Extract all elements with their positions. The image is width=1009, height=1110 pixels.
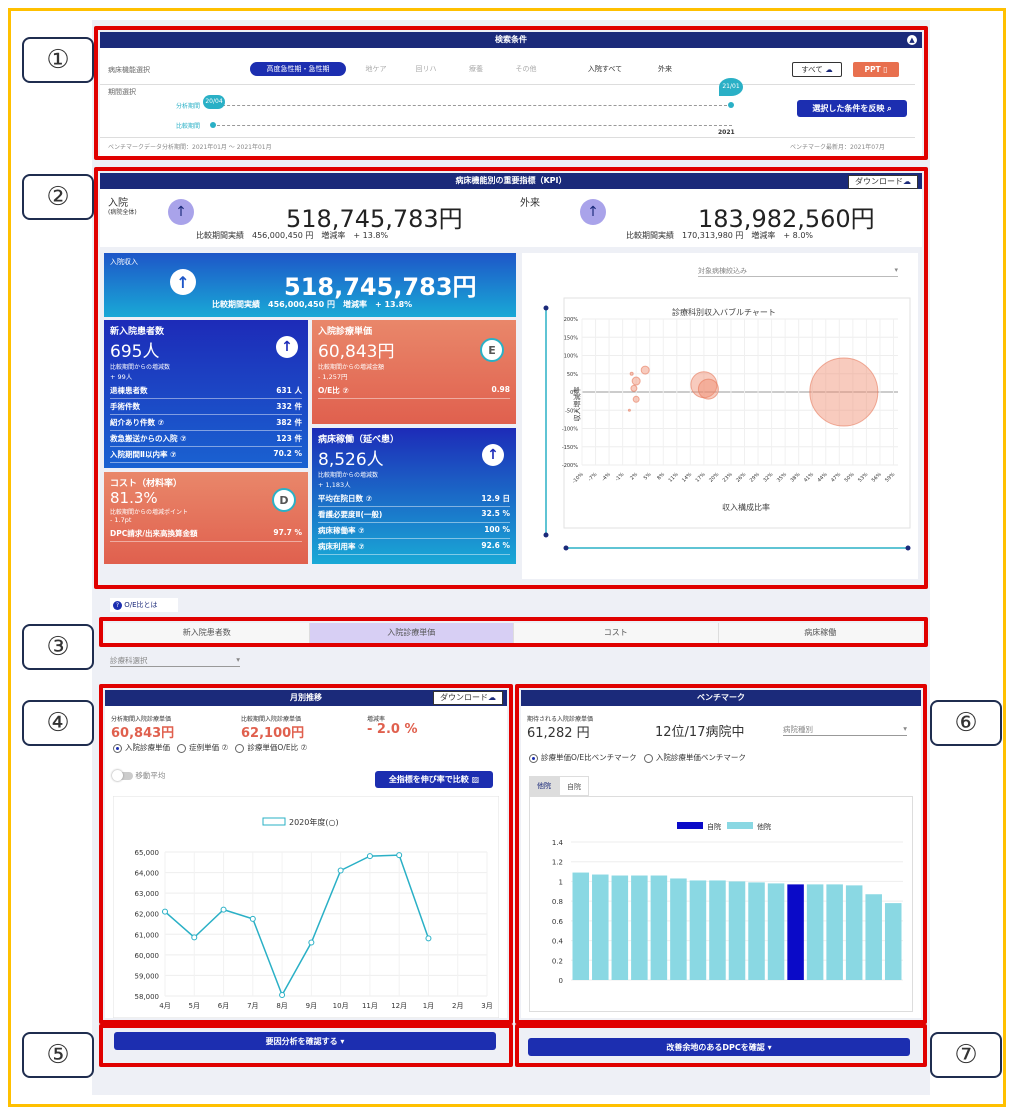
marker-2: ②: [22, 174, 94, 220]
marker-6: ⑥: [930, 700, 1002, 746]
marker-5: ⑤: [22, 1032, 94, 1078]
highlight-tabs: [99, 617, 928, 647]
oe-info-link[interactable]: ? O/E比とは: [110, 598, 178, 612]
highlight-factor: [99, 1024, 513, 1067]
caret-down-icon: ▾: [236, 655, 240, 664]
marker-7: ⑦: [930, 1032, 1002, 1078]
marker-3: ③: [22, 624, 94, 670]
highlight-dpc: [515, 1024, 927, 1067]
marker-1: ①: [22, 37, 94, 83]
department-select[interactable]: 診療科選択 ▾: [110, 655, 240, 667]
marker-4: ④: [22, 700, 94, 746]
help-icon: ?: [113, 601, 122, 610]
highlight-kpi: [94, 167, 928, 589]
highlight-search: [94, 26, 928, 160]
highlight-bench: [515, 684, 927, 1024]
highlight-monthly: [99, 684, 513, 1024]
